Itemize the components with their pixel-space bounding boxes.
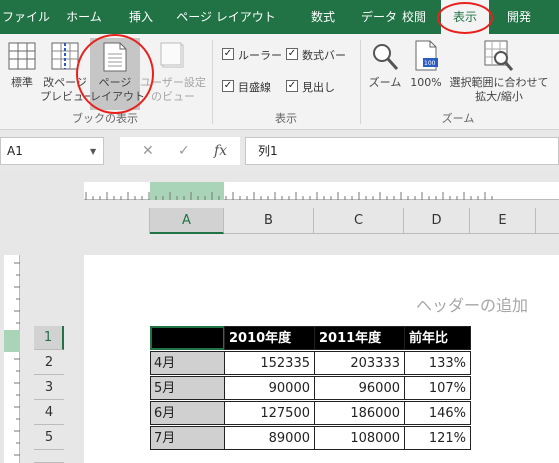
row-header-2[interactable]: 2 [34, 351, 64, 375]
table-cell[interactable]: 107% [404, 376, 471, 400]
row-header-4[interactable]: 4 [34, 401, 64, 425]
headings-check-icon: ✓ [286, 80, 298, 92]
table-cell[interactable]: 152335 [224, 351, 315, 375]
page-layout-highlight-circle [76, 34, 154, 114]
column-header-b[interactable]: B [224, 208, 314, 234]
ruler-ticks [85, 192, 493, 200]
headings-checkbox[interactable]: ✓ 見出し [286, 79, 356, 95]
row-header-3[interactable]: 3 [34, 376, 64, 400]
svg-text:100: 100 [424, 60, 436, 67]
tab-page-layout[interactable]: ページ レイアウト [168, 0, 284, 34]
tab-insert[interactable]: 挿入 [116, 0, 166, 34]
table-cell[interactable]: 146% [404, 401, 471, 425]
enter-icon[interactable]: ✓ [178, 137, 190, 165]
name-box-dropdown-icon[interactable]: ▼ [90, 147, 96, 156]
name-box[interactable]: A1 [0, 137, 104, 165]
ribbon-separator [212, 40, 213, 124]
formula-buttons: ✕ ✓ fx [120, 137, 240, 165]
gridlines-checkbox[interactable]: ✓ 目盛線 [222, 79, 284, 95]
table-row-label[interactable]: 4月 [150, 351, 225, 375]
vertical-ruler-ticks [14, 262, 20, 456]
page-break-icon [51, 42, 79, 70]
column-header-c[interactable]: C [314, 208, 404, 234]
table-cell[interactable]: 108000 [314, 426, 405, 450]
custom-views-icon [160, 42, 184, 68]
cell-b1[interactable]: 2010年度 [224, 326, 315, 350]
table-cell[interactable]: 96000 [314, 376, 405, 400]
group-label-zoom: ズーム [441, 112, 475, 125]
cell-d1[interactable]: 前年比 [404, 326, 471, 350]
ruler-checkbox[interactable]: ✓ ルーラー [222, 47, 284, 63]
table-row-label[interactable]: 5月 [150, 376, 225, 400]
ribbon-separator [360, 40, 361, 124]
zoom-button[interactable]: ズーム [364, 38, 406, 112]
tab-file[interactable]: ファイル [0, 0, 52, 34]
cell-a1[interactable] [150, 326, 225, 350]
tab-home[interactable]: ホーム [56, 0, 112, 34]
horizontal-ruler[interactable] [84, 182, 559, 200]
table-cell[interactable]: 186000 [314, 401, 405, 425]
headings-label: 見出し [302, 81, 335, 94]
gridlines-label: 目盛線 [238, 81, 271, 94]
table-cell[interactable]: 133% [404, 351, 471, 375]
table-cell[interactable]: 127500 [224, 401, 315, 425]
zoom-to-selection-label-line2: 拡大/縮小 [475, 90, 523, 103]
normal-view-icon [8, 42, 36, 70]
table-cell[interactable]: 121% [404, 426, 471, 450]
zoom-label: ズーム [368, 76, 402, 89]
formula-input[interactable]: 列1 [245, 137, 559, 165]
insert-function-icon[interactable]: fx [214, 137, 227, 165]
tab-review[interactable]: 校閲 [392, 0, 436, 34]
add-header-placeholder[interactable]: ヘッダーの追加 [416, 292, 528, 316]
formula-bar-check-icon: ✓ [286, 48, 298, 60]
zoom-to-selection-button[interactable]: 選択範囲に合わせて 拡大/縮小 [446, 38, 552, 112]
column-header-d[interactable]: D [404, 208, 470, 234]
view-tab-highlight-circle [437, 2, 493, 34]
normal-view-label: 標準 [11, 76, 33, 89]
table-cell[interactable]: 203333 [314, 351, 405, 375]
formula-bar-label: 数式バー [302, 49, 346, 62]
group-label-show: 表示 [275, 112, 297, 125]
row-header-5[interactable]: 5 [34, 426, 64, 450]
cell-c1[interactable]: 2011年度 [314, 326, 405, 350]
table-cell[interactable]: 89000 [224, 426, 315, 450]
formula-bar-checkbox[interactable]: ✓ 数式バー [286, 47, 356, 63]
column-header-spacer [84, 208, 150, 234]
magnifier-icon [373, 44, 399, 71]
vertical-ruler[interactable] [4, 255, 20, 463]
table-cell[interactable]: 90000 [224, 376, 315, 400]
tab-developer[interactable]: 開発 [494, 0, 544, 34]
table-row-label[interactable]: 7月 [150, 426, 225, 450]
ruler-check-icon: ✓ [222, 48, 234, 60]
normal-view-button[interactable]: 標準 [4, 38, 40, 112]
table-row-label[interactable]: 6月 [150, 401, 225, 425]
zoom-to-selection-label-line1: 選択範囲に合わせて [449, 76, 549, 89]
row-header-6[interactable] [34, 451, 64, 463]
zoom-to-selection-icon [484, 40, 514, 71]
cancel-icon[interactable]: ✕ [142, 137, 154, 165]
tab-formulas[interactable]: 数式 [298, 0, 348, 34]
zoom-100-button[interactable]: 100 100% [406, 38, 446, 112]
ruler-label: ルーラー [238, 49, 282, 62]
zoom-100-icon: 100 [415, 40, 438, 71]
row-header-1[interactable]: 1 [34, 326, 64, 350]
column-header-e[interactable]: E [470, 208, 536, 234]
column-headers: A B C D E [84, 208, 559, 234]
zoom-100-label: 100% [410, 76, 442, 89]
custom-views-label-line2: のビュー [151, 90, 195, 103]
gridlines-check-icon: ✓ [222, 80, 234, 92]
column-header-a[interactable]: A [150, 208, 224, 234]
